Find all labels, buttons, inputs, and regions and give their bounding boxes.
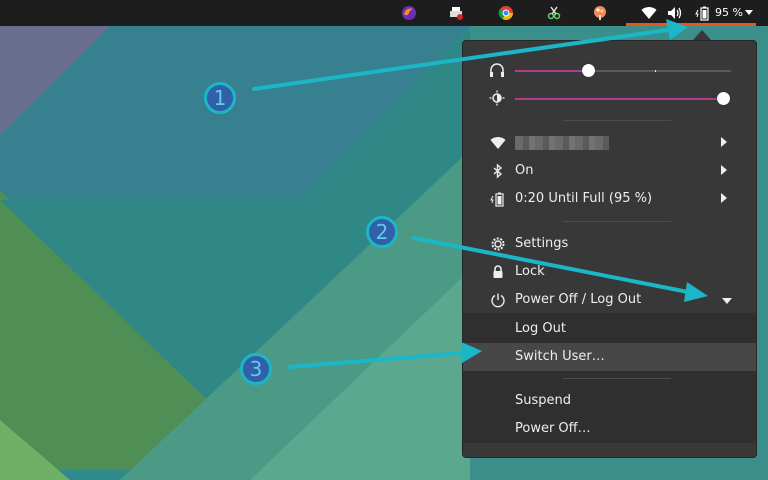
annotation-arrowhead-1 <box>666 19 688 40</box>
annotation-arrow-2 <box>412 236 690 294</box>
annotation-arrowhead-3 <box>461 342 482 363</box>
annotation-arrow-3 <box>287 351 464 369</box>
annotation-arrowhead-2 <box>684 282 708 302</box>
annotation-marker-1: 1 <box>204 82 236 114</box>
annotation-arrow-1 <box>252 28 670 91</box>
annotation-marker-2: 2 <box>366 216 398 248</box>
annotation-marker-3: 3 <box>240 353 272 385</box>
